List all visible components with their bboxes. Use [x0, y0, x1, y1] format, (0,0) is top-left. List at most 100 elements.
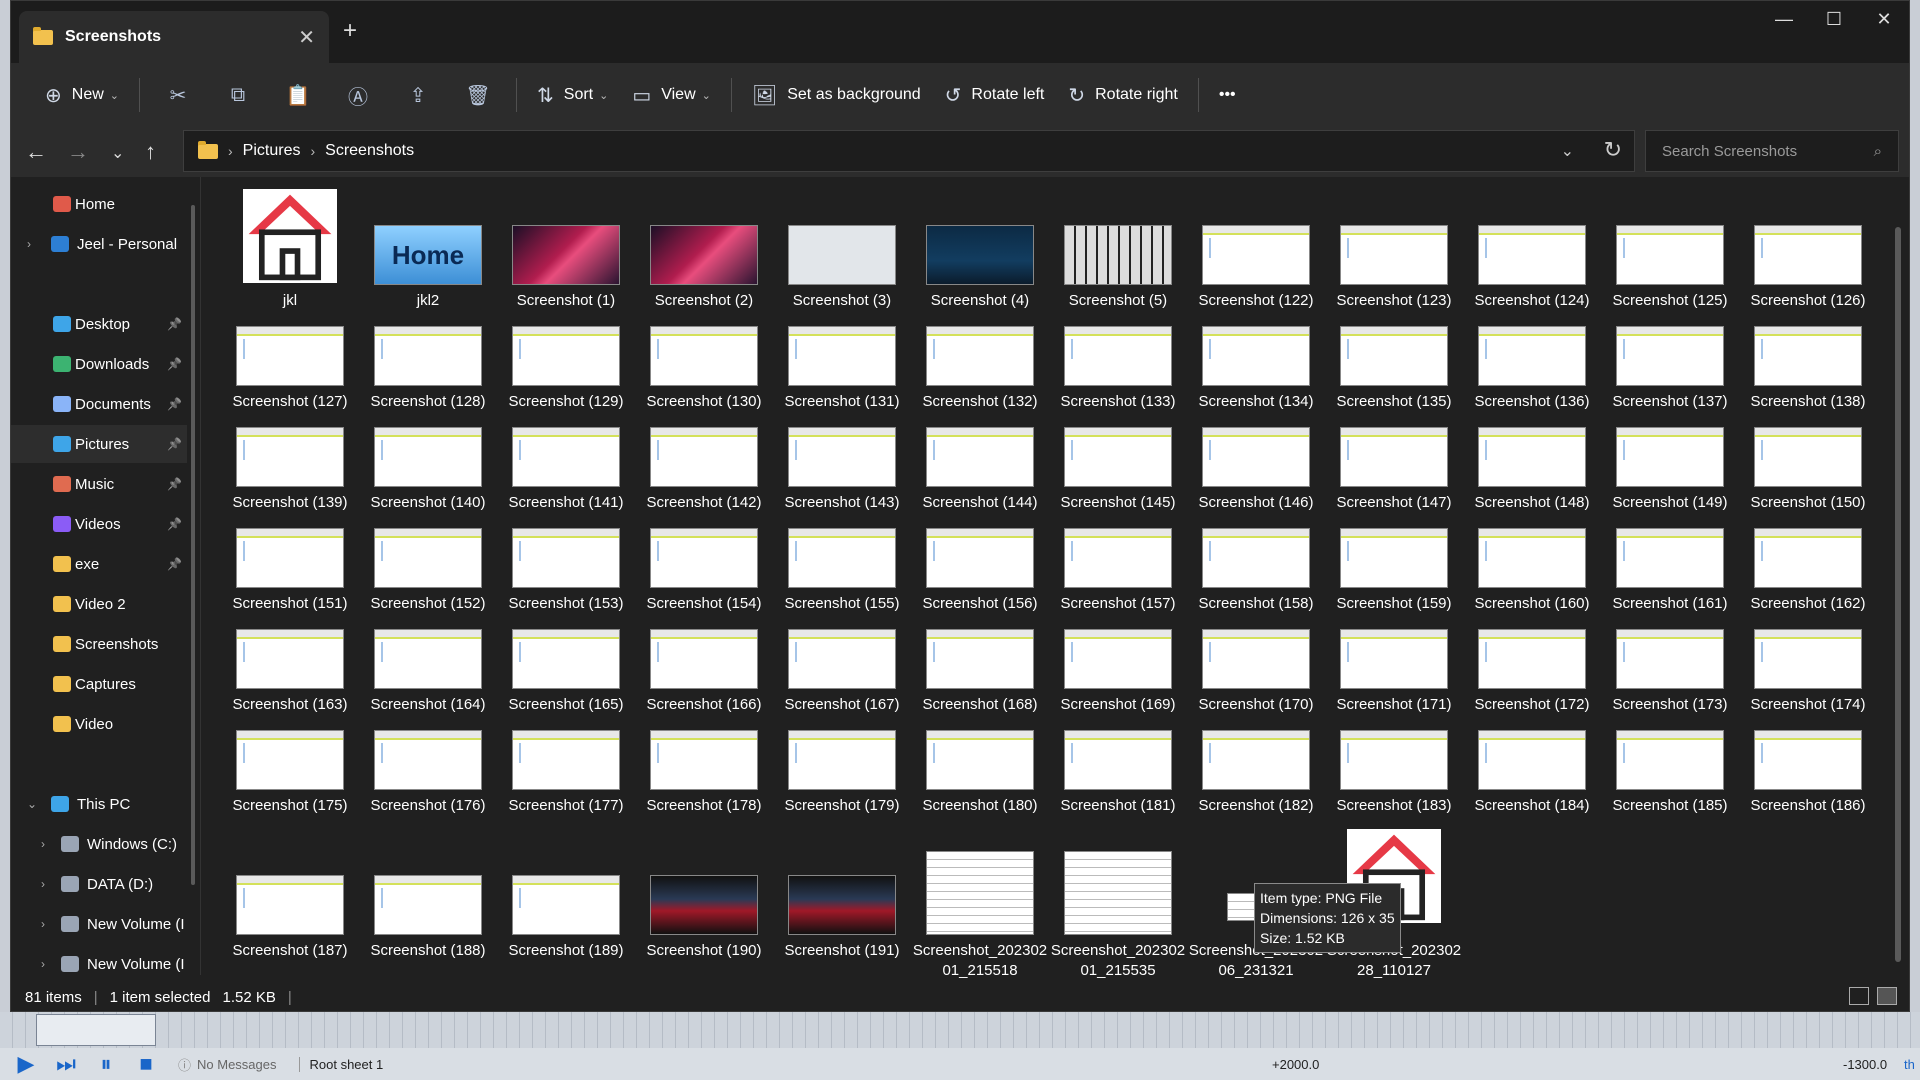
- minimize-icon[interactable]: —: [1759, 9, 1809, 30]
- file-name: Screenshot (124): [1474, 292, 1590, 309]
- selected-count: 1 item selected: [109, 988, 211, 1006]
- file-name: Screenshot (137): [1612, 393, 1728, 410]
- pin-icon[interactable]: 📌: [167, 357, 182, 371]
- close-tab-icon[interactable]: ✕: [298, 25, 315, 50]
- set-as-background-button[interactable]: 🖼 Set as background: [740, 75, 933, 115]
- search-box[interactable]: Search Screenshots ⌕: [1645, 130, 1899, 172]
- sidebar-item-documents[interactable]: Documents 📌: [11, 385, 187, 423]
- drive-icon: [61, 876, 79, 892]
- file-name: Screenshot (166): [646, 696, 762, 713]
- rotate-right-button[interactable]: ↻ Rotate right: [1056, 75, 1189, 115]
- pin-icon[interactable]: 📌: [167, 517, 182, 531]
- stop-icon[interactable]: ■: [132, 1051, 160, 1076]
- file-name: Screenshot (129): [508, 393, 624, 410]
- step-icon[interactable]: ⏭: [52, 1051, 80, 1076]
- sidebar-item-desktop[interactable]: Desktop 📌: [11, 305, 187, 343]
- thumbnail-image: [1616, 326, 1724, 386]
- thumbnail-image: Home: [374, 225, 482, 285]
- expand-chevron-icon[interactable]: ›: [41, 917, 45, 931]
- new-tab-icon[interactable]: +: [343, 17, 357, 45]
- sidebar-item-music[interactable]: Music 📌: [11, 465, 187, 503]
- delete-icon[interactable]: 🗑: [448, 83, 508, 108]
- pictures-icon: [53, 436, 71, 452]
- expand-chevron-icon[interactable]: ›: [41, 837, 45, 851]
- thumbnail-image: [374, 875, 482, 935]
- address-dropdown-icon[interactable]: ⌄: [1561, 141, 1574, 161]
- play-icon[interactable]: ▶: [12, 1051, 40, 1076]
- thumbnail-image: [788, 326, 896, 386]
- forward-arrow-icon[interactable]: →: [67, 139, 89, 165]
- cut-icon[interactable]: ✂: [148, 83, 208, 108]
- close-window-icon[interactable]: ✕: [1859, 9, 1909, 30]
- sort-icon: ⇅: [537, 84, 554, 107]
- sidebar-item-windows-c[interactable]: › Windows (C:): [11, 825, 187, 863]
- sidebar-scrollbar[interactable]: [191, 205, 195, 885]
- tab-screenshots[interactable]: Screenshots ✕: [19, 11, 329, 63]
- refresh-icon[interactable]: ↻: [1604, 137, 1622, 163]
- thumbnail-image: [788, 730, 896, 790]
- rotate-left-button[interactable]: ↺ Rotate left: [933, 75, 1057, 115]
- sidebar-item-data-d[interactable]: › DATA (D:): [11, 865, 187, 903]
- ruler-selection[interactable]: [36, 1014, 156, 1046]
- back-arrow-icon[interactable]: ←: [25, 139, 47, 165]
- sidebar-item-video[interactable]: Video: [11, 705, 187, 743]
- house-icon: [243, 189, 337, 283]
- sidebar-item-home[interactable]: Home: [11, 185, 187, 223]
- sidebar-item-exe[interactable]: exe 📌: [11, 545, 187, 583]
- copy-icon[interactable]: ⧉: [208, 84, 268, 107]
- desktop-icon: [53, 316, 71, 332]
- recent-dropdown-icon[interactable]: ⌄: [111, 143, 124, 163]
- file-name: Screenshot (133): [1060, 393, 1176, 410]
- file-name: Screenshot (161): [1612, 595, 1728, 612]
- new-button[interactable]: ⊕ New ⌄: [33, 75, 131, 115]
- file-name: Screenshot (143): [784, 494, 900, 511]
- thumbnail-image: [236, 427, 344, 487]
- details-view-icon[interactable]: [1849, 987, 1869, 1005]
- collapse-chevron-icon[interactable]: ⌄: [27, 797, 37, 811]
- sidebar-item-jeel-personal[interactable]: › Jeel - Personal: [11, 225, 187, 263]
- sidebar-item-video-2[interactable]: Video 2: [11, 585, 187, 623]
- rename-icon[interactable]: Ⓐ: [328, 81, 388, 110]
- large-icons-view-icon[interactable]: [1877, 987, 1897, 1005]
- file-name: Screenshot (149): [1612, 494, 1728, 511]
- sidebar-item-this-pc[interactable]: ⌄ This PC: [11, 785, 187, 823]
- pin-icon[interactable]: 📌: [167, 317, 182, 331]
- new-label: New: [71, 86, 104, 103]
- share-icon[interactable]: ⇪: [388, 83, 448, 108]
- paste-icon[interactable]: 📋: [268, 83, 328, 108]
- breadcrumb-pictures[interactable]: Pictures: [243, 142, 301, 160]
- up-arrow-icon[interactable]: ↑: [145, 139, 156, 165]
- file-name: Screenshot (165): [508, 696, 624, 713]
- pause-icon[interactable]: ⏸: [92, 1051, 120, 1076]
- maximize-icon[interactable]: ☐: [1809, 9, 1859, 30]
- thumbnail-image: [512, 730, 620, 790]
- sidebar-item-captures[interactable]: Captures: [11, 665, 187, 703]
- view-icon: ▭: [632, 84, 652, 107]
- sidebar-item-new-volume-i[interactable]: › New Volume (I: [11, 945, 187, 983]
- folder-icon: [53, 636, 71, 652]
- more-options-button[interactable]: •••: [1207, 75, 1248, 115]
- content-scrollbar[interactable]: [1895, 227, 1901, 962]
- expand-chevron-icon[interactable]: ›: [41, 877, 45, 891]
- sidebar-item-screenshots[interactable]: Screenshots: [11, 625, 187, 663]
- sidebar-item-new-volume-i[interactable]: › New Volume (I: [11, 905, 187, 943]
- thumbnail-image: [650, 629, 758, 689]
- view-button[interactable]: ▭ View ⌄: [620, 75, 723, 115]
- sort-button[interactable]: ⇅ Sort ⌄: [525, 75, 620, 115]
- pin-icon[interactable]: 📌: [167, 557, 182, 571]
- file-name: Screenshot (185): [1612, 797, 1728, 814]
- pin-icon[interactable]: 📌: [167, 397, 182, 411]
- sidebar-item-label: DATA (D:): [87, 875, 154, 893]
- expand-chevron-icon[interactable]: ›: [41, 957, 45, 971]
- sidebar-item-downloads[interactable]: Downloads 📌: [11, 345, 187, 383]
- sidebar-item-videos[interactable]: Videos 📌: [11, 505, 187, 543]
- pin-icon[interactable]: 📌: [167, 437, 182, 451]
- sidebar-item-pictures[interactable]: Pictures 📌: [11, 425, 187, 463]
- address-bar[interactable]: › Pictures › Screenshots ⌄ ↻: [183, 130, 1635, 172]
- pin-icon[interactable]: 📌: [167, 477, 182, 491]
- thumbnail-image: [236, 326, 344, 386]
- file-name: Screenshot (173): [1612, 696, 1728, 713]
- expand-chevron-icon[interactable]: ›: [27, 237, 31, 251]
- breadcrumb-screenshots[interactable]: Screenshots: [325, 142, 414, 160]
- file-name: Screenshot (164): [370, 696, 486, 713]
